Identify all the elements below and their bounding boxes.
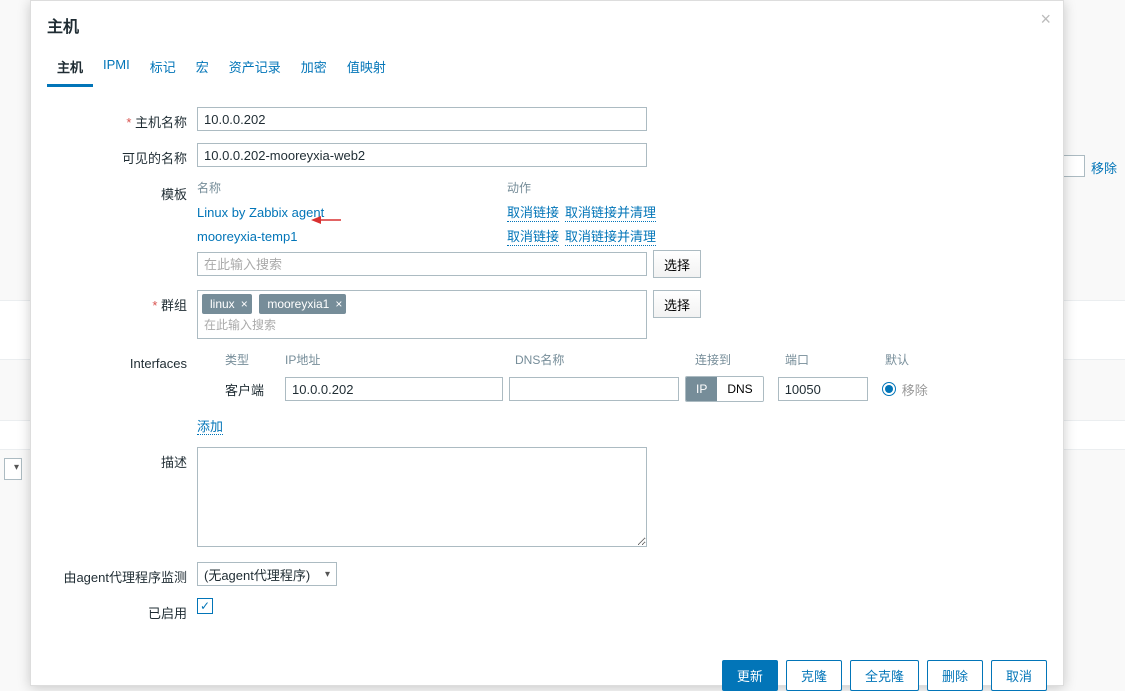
enabled-checkbox[interactable]: ✓ bbox=[197, 598, 213, 614]
unlink-1[interactable]: 取消链接 bbox=[507, 202, 559, 222]
connect-ip-button[interactable]: IP bbox=[686, 377, 717, 401]
tab-valuemap[interactable]: 值映射 bbox=[337, 49, 396, 87]
iface-remove-link[interactable]: 移除 bbox=[902, 380, 928, 399]
footer-buttons: 更新 克隆 全克隆 删除 取消 bbox=[31, 652, 1063, 691]
group-select-button[interactable]: 选择 bbox=[653, 290, 701, 318]
template-select-button[interactable]: 选择 bbox=[653, 250, 701, 278]
unlink-2[interactable]: 取消链接 bbox=[507, 226, 559, 246]
description-label: 描述 bbox=[47, 447, 197, 471]
connect-to-toggle: IP DNS bbox=[685, 376, 764, 402]
visiblename-label: 可见的名称 bbox=[47, 143, 197, 167]
update-button[interactable]: 更新 bbox=[722, 660, 778, 691]
unlink-clear-1[interactable]: 取消链接并清理 bbox=[565, 202, 656, 222]
proxy-label: 由agent代理程序监测 bbox=[47, 562, 197, 586]
iface-port-input[interactable] bbox=[778, 377, 868, 401]
tag-remove-icon[interactable]: × bbox=[335, 297, 342, 311]
group-tag: mooreyxia1× bbox=[259, 294, 346, 314]
tabs: 主机 IPMI 标记 宏 资产记录 加密 值映射 bbox=[31, 49, 1063, 87]
bg-remove-link[interactable]: 移除 bbox=[1091, 158, 1117, 177]
interfaces-label: Interfaces bbox=[47, 351, 197, 371]
description-textarea[interactable] bbox=[197, 447, 647, 547]
iface-header-def: 默认 bbox=[885, 351, 945, 368]
delete-button[interactable]: 删除 bbox=[927, 660, 983, 691]
tab-macros[interactable]: 宏 bbox=[186, 49, 219, 87]
iface-header-conn: 连接到 bbox=[695, 351, 785, 368]
iface-header-port: 端口 bbox=[785, 351, 885, 368]
iface-ip-input[interactable] bbox=[285, 377, 503, 401]
iface-header-type: 类型 bbox=[225, 351, 285, 368]
group-tag: linux× bbox=[202, 294, 252, 314]
template-link-2[interactable]: mooreyxia-temp1 bbox=[197, 229, 297, 244]
group-label: 群组 bbox=[47, 290, 197, 314]
template-header-name: 名称 bbox=[197, 179, 507, 196]
modal-title: 主机 bbox=[31, 1, 1063, 49]
arrow-icon bbox=[311, 214, 341, 229]
interface-row: 客户端 IP DNS 移除 bbox=[225, 376, 1047, 402]
default-radio[interactable] bbox=[882, 382, 896, 396]
iface-header-ip: IP地址 bbox=[285, 351, 515, 368]
tab-inventory[interactable]: 资产记录 bbox=[219, 49, 291, 87]
visiblename-input[interactable] bbox=[197, 143, 647, 167]
tag-remove-icon[interactable]: × bbox=[241, 297, 248, 311]
template-search-input[interactable] bbox=[197, 252, 647, 276]
hostname-label: 主机名称 bbox=[47, 107, 197, 131]
add-interface-link[interactable]: 添加 bbox=[197, 419, 223, 435]
iface-type: 客户端 bbox=[225, 380, 285, 399]
connect-dns-button[interactable]: DNS bbox=[717, 377, 762, 401]
host-modal: × 主机 主机 IPMI 标记 宏 资产记录 加密 值映射 主机名称 可见的名称… bbox=[30, 0, 1064, 686]
enabled-label: 已启用 bbox=[47, 598, 197, 622]
clone-button[interactable]: 克隆 bbox=[786, 660, 842, 691]
tab-tags[interactable]: 标记 bbox=[140, 49, 186, 87]
bg-select[interactable] bbox=[4, 458, 22, 480]
template-row: mooreyxia-temp1 取消链接 取消链接并清理 bbox=[197, 226, 1047, 246]
hostname-input[interactable] bbox=[197, 107, 647, 131]
unlink-clear-2[interactable]: 取消链接并清理 bbox=[565, 226, 656, 246]
iface-dns-input[interactable] bbox=[509, 377, 679, 401]
iface-header-dns: DNS名称 bbox=[515, 351, 695, 368]
close-icon[interactable]: × bbox=[1040, 9, 1051, 30]
tab-host[interactable]: 主机 bbox=[47, 49, 93, 87]
template-link-1[interactable]: Linux by Zabbix agent bbox=[197, 205, 324, 220]
tab-ipmi[interactable]: IPMI bbox=[93, 49, 140, 87]
template-label: 模板 bbox=[47, 179, 197, 203]
group-multiselect[interactable]: linux× mooreyxia1× 在此输入搜索 bbox=[197, 290, 647, 339]
tab-encryption[interactable]: 加密 bbox=[291, 49, 337, 87]
cancel-button[interactable]: 取消 bbox=[991, 660, 1047, 691]
full-clone-button[interactable]: 全克隆 bbox=[850, 660, 919, 691]
group-placeholder: 在此输入搜索 bbox=[202, 314, 642, 335]
proxy-select[interactable]: (无agent代理程序) bbox=[197, 562, 337, 586]
template-header-action: 动作 bbox=[507, 179, 531, 196]
